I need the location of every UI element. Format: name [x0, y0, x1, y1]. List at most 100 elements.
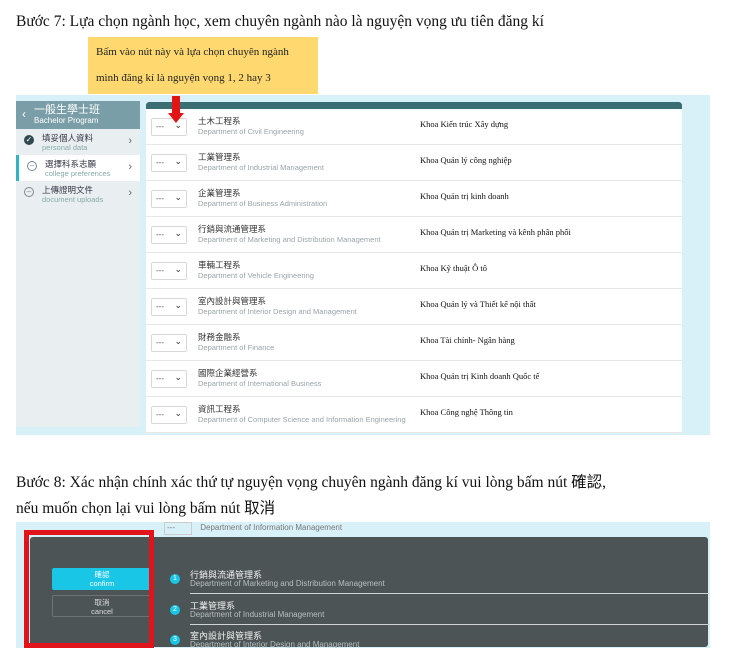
step-8-heading: Bước 8: Xác nhận chính xác thứ tự nguyện…: [16, 470, 716, 522]
chevron-left-icon[interactable]: ‹: [22, 107, 26, 121]
department-zh: 行銷與流通管理系: [198, 224, 267, 234]
note-line-1: Bấm vào nút này và lựa chọn chuyên ngành: [96, 46, 289, 58]
department-name: 行銷與流通管理系 Department of Marketing and Dist…: [198, 224, 381, 245]
preference-select[interactable]: ---: [164, 522, 192, 535]
department-row: --- ⌄ 資訊工程系 Department of Computer Science …: [146, 397, 682, 433]
order-number: 1: [170, 574, 180, 584]
department-en: Department of Vehicle Engineering: [198, 271, 314, 280]
faculty-annotation: Khoa Kiến trúc Xây dựng: [420, 119, 509, 129]
chevron-right-icon: ›: [128, 135, 132, 147]
sidebar-item-label: 上傳證明文件: [42, 185, 94, 195]
preference-select[interactable]: --- ⌄: [151, 262, 187, 280]
department-name: 資訊工程系 Department of Computer Science and …: [198, 404, 406, 425]
sidebar-header[interactable]: ‹ 一般生學士班 Bachelor Program: [16, 101, 140, 129]
department-en: Department of Finance: [198, 343, 275, 352]
program-title: 一般生學士班: [34, 104, 100, 116]
preference-select[interactable]: --- ⌄: [151, 370, 187, 388]
sidebar-item-sublabel: document uploads: [42, 195, 104, 204]
sidebar-item-college-preferences[interactable]: – 選擇科系志願 college preferences ›: [16, 155, 140, 181]
department-zh: 工業管理系: [198, 152, 241, 162]
divider: [190, 593, 710, 594]
note-line-2: mình đăng kí là nguyện vọng 1, 2 hay 3: [96, 72, 271, 84]
preferences-list: --- ⌄ 土木工程系 Department of Civil Engineering…: [146, 102, 682, 433]
check-icon: ✓: [24, 135, 34, 145]
department-row: --- ⌄ 室內設計與管理系 Department of Interior Desig…: [146, 289, 682, 325]
minus-circle-icon: –: [24, 187, 34, 197]
chevron-right-icon: ›: [128, 187, 132, 199]
preference-select[interactable]: --- ⌄: [151, 406, 187, 424]
sidebar-item-document-uploads[interactable]: – 上傳證明文件 document uploads ›: [16, 181, 140, 207]
department-en: Department of International Business: [198, 379, 322, 388]
step-7-heading: Bước 7: Lựa chọn ngành học, xem chuyên n…: [16, 13, 544, 30]
preference-select[interactable]: --- ⌄: [151, 334, 187, 352]
preference-select[interactable]: --- ⌄: [151, 190, 187, 208]
preference-select[interactable]: --- ⌄: [151, 298, 187, 316]
select-value: ---: [156, 410, 164, 419]
background-preference-row: --- Department of Information Management: [164, 522, 342, 535]
faculty-annotation: Khoa Quản trị kinh doanh: [420, 191, 509, 201]
chevron-down-icon: ⌄: [174, 408, 182, 418]
chevron-down-icon: ⌄: [174, 228, 182, 238]
instruction-note: Bấm vào nút này và lựa chọn chuyên ngành…: [88, 37, 318, 94]
chevron-down-icon: ⌄: [174, 264, 182, 274]
department-name: 工業管理系 Department of Industrial Management: [198, 152, 324, 173]
sidebar-item-sublabel: personal data: [42, 143, 88, 152]
sidebar-item-personal-data[interactable]: ✓ 填妥個人資料 personal data ›: [16, 129, 140, 155]
chevron-down-icon: ⌄: [174, 336, 182, 346]
ordered-preference-item: 3 室內設計與管理系 Department of Interior Design a…: [170, 629, 710, 648]
department-en: Department of Interior Design and Manage…: [190, 640, 360, 648]
department-en: Department of Marketing and Distribution…: [198, 235, 381, 244]
department-en: Department of Interior Design and Manage…: [198, 307, 357, 316]
department-en: Department of Computer Science and Infor…: [198, 415, 406, 424]
department-name: Department of Information Management: [200, 523, 343, 532]
department-row: --- ⌄ 企業管理系 Department of Business Administ…: [146, 181, 682, 217]
department-name: 車輛工程系 Department of Vehicle Engineering: [198, 260, 314, 281]
chevron-down-icon: ⌄: [174, 192, 182, 202]
sidebar-item-label: 選擇科系志願: [45, 159, 97, 169]
department-en: Department of Marketing and Distribution…: [190, 579, 385, 588]
chevron-down-icon: ⌄: [174, 372, 182, 382]
step-8-line-2: nếu muốn chọn lại vui lòng bấm nút 取消: [16, 500, 276, 517]
select-value: ---: [156, 158, 164, 167]
department-row: --- ⌄ 土木工程系 Department of Civil Engineering…: [146, 109, 682, 145]
faculty-annotation: Khoa Quản trị Kinh doanh Quốc tế: [420, 371, 540, 381]
department-zh: 財務金融系: [198, 332, 241, 342]
faculty-annotation: Khoa Kỹ thuật Ô tô: [420, 263, 488, 273]
minus-circle-icon: –: [27, 161, 37, 171]
preferences-screenshot: ‹ 一般生學士班 Bachelor Program ✓ 填妥個人資料 perso…: [16, 95, 710, 435]
faculty-annotation: Khoa Quản lý công nghiệp: [420, 155, 512, 165]
department-row: --- ⌄ 工業管理系 Department of Industrial Manage…: [146, 145, 682, 181]
ordered-preference-item: 1 行銷與流通管理系 Department of Marketing and Dis…: [170, 568, 710, 596]
select-value: ---: [156, 122, 164, 131]
department-name: 室內設計與管理系 Department of Interior Design an…: [198, 296, 357, 317]
chevron-right-icon: ›: [128, 161, 132, 173]
ordered-preference-item: 2 工業管理系 Department of Industrial Managemen…: [170, 599, 710, 627]
step-8-line-1: Bước 8: Xác nhận chính xác thứ tự nguyện…: [16, 474, 606, 491]
select-value: ---: [156, 374, 164, 383]
department-name: 國際企業經營系 Department of International Busin…: [198, 368, 321, 389]
department-en: Department of Industrial Management: [190, 610, 325, 619]
department-en: Department of Business Administration: [198, 199, 328, 208]
pointer-arrow-head-icon: [168, 113, 184, 123]
select-value: ---: [156, 338, 164, 347]
preference-select[interactable]: --- ⌄: [151, 226, 187, 244]
department-name: 企業管理系 Department of Business Administrati…: [198, 188, 327, 209]
select-value: ---: [156, 230, 164, 239]
order-number: 3: [170, 635, 180, 645]
department-name: 土木工程系 Department of Civil Engineering: [198, 116, 304, 137]
sidebar-item-sublabel: college preferences: [45, 169, 111, 178]
chevron-down-icon: ⌄: [174, 156, 182, 166]
faculty-annotation: Khoa Quản lý và Thiết kế nội thất: [420, 299, 536, 309]
department-en: Department of Industrial Management: [198, 163, 324, 172]
department-zh: 車輛工程系: [198, 260, 241, 270]
department-zh: 企業管理系: [198, 188, 241, 198]
faculty-annotation: Khoa Tài chính- Ngân hàng: [420, 335, 515, 345]
department-zh: 國際企業經營系: [198, 368, 258, 378]
faculty-annotation: Khoa Quản trị Marketing và kênh phân phố…: [420, 227, 571, 237]
department-row: --- ⌄ 行銷與流通管理系 Department of Marketing and …: [146, 217, 682, 253]
preference-select[interactable]: --- ⌄: [151, 154, 187, 172]
department-zh: 土木工程系: [198, 116, 241, 126]
sidebar-item-label: 填妥個人資料: [42, 133, 94, 143]
department-row: --- ⌄ 車輛工程系 Department of Vehicle Engineeri…: [146, 253, 682, 289]
pointer-arrow-icon: [172, 96, 180, 114]
